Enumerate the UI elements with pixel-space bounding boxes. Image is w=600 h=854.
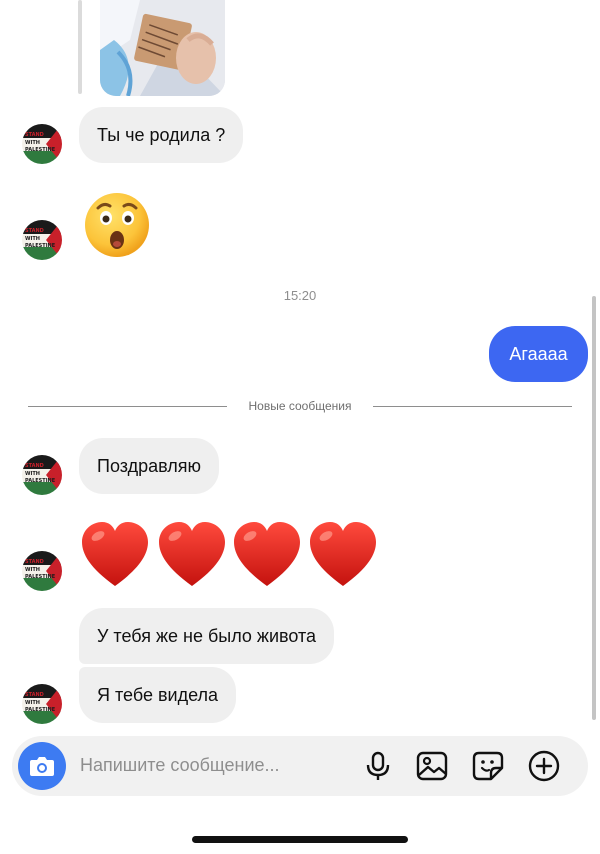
- svg-text:STAND: STAND: [25, 559, 44, 565]
- divider-line-right: [373, 406, 572, 407]
- home-indicator[interactable]: [192, 836, 408, 843]
- incoming-message-bubble[interactable]: Я тебе видела: [79, 667, 237, 723]
- red-heart-icons: [82, 522, 376, 586]
- sticker-button[interactable]: [471, 749, 505, 783]
- sticker-icon: [472, 751, 504, 781]
- camera-button[interactable]: [18, 742, 66, 790]
- svg-text:PALESTINE: PALESTINE: [25, 147, 56, 153]
- camera-icon: [30, 757, 54, 776]
- incoming-message-bubble[interactable]: Ты че родила ?: [79, 107, 244, 163]
- scrollbar[interactable]: [592, 296, 596, 720]
- svg-text:PALESTINE: PALESTINE: [25, 574, 56, 580]
- svg-text:STAND: STAND: [25, 692, 44, 698]
- new-messages-divider: Новые сообщения: [28, 399, 572, 413]
- message-input[interactable]: Напишите сообщение...: [80, 755, 280, 776]
- svg-text:WITH: WITH: [25, 236, 40, 242]
- svg-text:STAND: STAND: [25, 463, 44, 469]
- microphone-icon: [366, 751, 390, 780]
- sender-avatar[interactable]: STAND WITH PALESTINE: [22, 220, 62, 260]
- message-text: Агаааа: [509, 344, 568, 364]
- incoming-message-bubble[interactable]: У тебя же не было живота: [79, 608, 335, 664]
- sender-avatar[interactable]: STAND WITH PALESTINE: [22, 455, 62, 495]
- plus-circle-icon: [528, 750, 560, 782]
- svg-text:STAND: STAND: [25, 228, 44, 234]
- svg-text:PALESTINE: PALESTINE: [25, 478, 56, 484]
- message-text: Ты че родила ?: [97, 125, 226, 145]
- sender-avatar[interactable]: STAND WITH PALESTINE: [22, 684, 62, 724]
- message-timestamp: 15:20: [283, 288, 317, 303]
- svg-text:WITH: WITH: [25, 140, 40, 146]
- emoji-message-astonished[interactable]: [82, 190, 152, 265]
- svg-text:WITH: WITH: [25, 700, 40, 706]
- gallery-button[interactable]: [415, 749, 449, 783]
- voice-message-button[interactable]: [361, 749, 395, 783]
- emoji-message-hearts[interactable]: [80, 520, 380, 597]
- sender-avatar[interactable]: STAND WITH PALESTINE: [22, 551, 62, 591]
- sender-avatar[interactable]: STAND WITH PALESTINE: [22, 124, 62, 164]
- message-text: У тебя же не было живота: [97, 626, 317, 646]
- message-composer: Напишите сообщение...: [12, 736, 588, 796]
- more-options-button[interactable]: [527, 749, 561, 783]
- svg-text:STAND: STAND: [25, 132, 44, 138]
- outgoing-message-bubble[interactable]: Агаааа: [489, 326, 588, 382]
- astonished-face-icon: [85, 193, 149, 257]
- gallery-icon: [416, 751, 448, 781]
- svg-text:WITH: WITH: [25, 471, 40, 477]
- svg-text:PALESTINE: PALESTINE: [25, 243, 56, 249]
- incoming-message-bubble[interactable]: Поздравляю: [79, 438, 220, 494]
- shared-photo-thumbnail[interactable]: [100, 0, 225, 96]
- svg-text:WITH: WITH: [25, 567, 40, 573]
- svg-text:PALESTINE: PALESTINE: [25, 707, 56, 713]
- message-text: Я тебе видела: [97, 685, 219, 705]
- reply-indicator-bar: [78, 0, 82, 94]
- message-text: Поздравляю: [97, 456, 202, 476]
